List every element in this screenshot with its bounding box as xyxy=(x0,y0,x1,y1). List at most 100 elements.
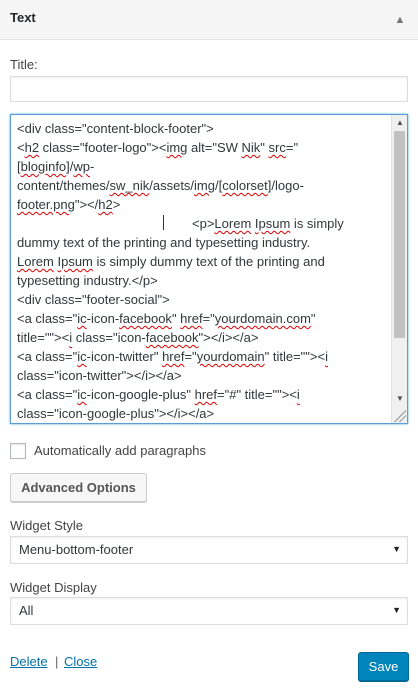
misspelled-word: i xyxy=(325,349,328,364)
misspelled-word: href xyxy=(162,349,185,364)
scroll-up-arrow-icon[interactable]: ▲ xyxy=(392,115,407,129)
text-segment: " xyxy=(260,140,269,155)
text-segment: " title="">< xyxy=(264,349,326,364)
misspelled-word: Ipsum xyxy=(57,254,93,269)
text-segment: "></ xyxy=(74,197,99,212)
text-segment: <div class="footer-social"> xyxy=(17,292,170,307)
text-segment: " xyxy=(171,311,181,326)
text-segment: =" xyxy=(285,140,299,155)
text-segment: <p> xyxy=(192,216,215,231)
misspelled-word: facebook xyxy=(145,330,199,345)
textarea-line: [bloginfo]/wp- xyxy=(17,157,385,176)
misspelled-word: Ipsum xyxy=(254,216,291,231)
text-segment: =" xyxy=(202,311,215,326)
text-segment: content/themes/ xyxy=(17,178,110,193)
textarea-line: class="icon-twitter"></i></a> xyxy=(17,366,385,385)
text-segment: /assets/ xyxy=(149,178,195,193)
textarea-line: <h2 class="footer-logo"><img alt="SW Nik… xyxy=(17,138,385,157)
widget-style-label: Widget Style xyxy=(10,518,83,533)
text-segment: "></i></a> xyxy=(198,330,259,345)
content-textarea[interactable]: <div class="content-block-footer"> <h2 cl… xyxy=(10,114,408,424)
resize-grip-icon[interactable] xyxy=(394,410,406,422)
text-segment: alt="SW xyxy=(187,140,242,155)
misspelled-word: href xyxy=(194,387,218,402)
misspelled-word: ic xyxy=(77,349,87,364)
widget-display-value: All xyxy=(19,603,34,618)
auto-paragraphs-label[interactable]: Automatically add paragraphs xyxy=(34,443,206,458)
dropdown-arrow-icon: ▼ xyxy=(392,605,401,615)
text-segment: dummy text of the printing and typesetti… xyxy=(17,235,311,250)
misspelled-word: yourdomain xyxy=(196,349,265,364)
text-segment: is simply xyxy=(290,216,344,231)
auto-paragraphs-checkbox[interactable] xyxy=(10,443,26,459)
text-segment: <a class=" xyxy=(17,311,78,326)
textarea-text[interactable]: <div class="content-block-footer"> <h2 cl… xyxy=(11,115,391,423)
advanced-options-button[interactable]: Advanced Options xyxy=(10,473,147,502)
widget-style-value: Menu-bottom-footer xyxy=(19,542,134,557)
textarea-line: <div class="footer-social"> xyxy=(17,290,385,309)
text-segment: - xyxy=(90,159,95,174)
misspelled-word: facebook xyxy=(119,311,172,326)
save-button[interactable]: Save xyxy=(358,652,409,681)
textarea-scrollbar[interactable]: ▲ ▼ xyxy=(391,115,407,423)
textarea-line: <a class="ic-icon-facebook" href="yourdo… xyxy=(17,309,385,328)
text-segment: class="icon-twitter"></i></a> xyxy=(17,368,182,383)
misspelled-word: wp xyxy=(73,159,91,174)
text-segment: " xyxy=(310,311,316,326)
text-segment: class="footer-logo">< xyxy=(39,140,167,155)
misspelled-word: footer.png xyxy=(17,197,75,212)
textarea-line: <div class="content-block-footer"> xyxy=(17,119,385,138)
text-segment: typesetting industry.</p> xyxy=(17,273,158,288)
text-segment: -icon-twitter" xyxy=(86,349,163,364)
textarea-line: footer.png"></h2> xyxy=(17,195,385,214)
misspelled-word: bloginfo xyxy=(20,159,67,174)
textarea-line: class="icon-google-plus"></i></a> xyxy=(17,404,385,423)
textarea-line: dummy text of the printing and typesetti… xyxy=(17,233,385,252)
misspelled-word: href xyxy=(180,311,203,326)
misspelled-word: src xyxy=(268,140,286,155)
widget-display-select[interactable]: All ▼ xyxy=(10,597,408,625)
textarea-line: Lorem Ipsum is simply dummy text of the … xyxy=(17,252,385,271)
misspelled-word: img xyxy=(166,140,188,155)
misspelled-word: colorset xyxy=(222,178,268,193)
title-input[interactable] xyxy=(10,76,408,102)
misspelled-word: i xyxy=(296,387,300,402)
misspelled-word: Lorem xyxy=(17,254,54,269)
misspelled-word: h2 xyxy=(24,140,40,155)
scroll-down-arrow-icon[interactable]: ▼ xyxy=(392,391,407,405)
text-segment: < xyxy=(17,140,25,155)
misspelled-word: Lorem xyxy=(214,216,252,231)
title-label: Title: xyxy=(10,57,38,72)
widget-display-label: Widget Display xyxy=(10,580,97,595)
textarea-line: title=""><i class="icon-facebook"></i></… xyxy=(17,328,385,347)
close-link[interactable]: Close xyxy=(64,654,97,669)
widget-header[interactable]: Text ▲ xyxy=(0,0,418,40)
misspelled-word: sw_nik xyxy=(109,178,150,193)
text-segment: <a class=" xyxy=(17,387,78,402)
misspelled-word: Nik xyxy=(241,140,261,155)
collapse-arrow-icon[interactable]: ▲ xyxy=(388,8,412,32)
text-segment: <div class="content-block-footer"> xyxy=(17,121,214,136)
text-segment: title="">< xyxy=(17,330,70,345)
text-segment: is simply dummy text of the printing and xyxy=(92,254,325,269)
delete-link[interactable]: Delete xyxy=(10,654,48,669)
textarea-line: typesetting industry.</p> xyxy=(17,271,385,290)
text-segment: -icon- xyxy=(86,311,120,326)
misspelled-word: yourdomain.com xyxy=(214,311,311,326)
scroll-thumb[interactable] xyxy=(394,131,405,338)
misspelled-word: img xyxy=(194,178,215,193)
widget-title: Text xyxy=(10,10,36,25)
text-segment: > xyxy=(112,197,121,212)
misspelled-word: ic xyxy=(77,387,87,402)
text-segment: class="icon-google-plus"></i></a> xyxy=(17,406,215,421)
widget-style-select[interactable]: Menu-bottom-footer ▼ xyxy=(10,536,408,564)
text-segment: ]/logo- xyxy=(267,178,304,193)
text-segment: <a class=" xyxy=(17,349,78,364)
link-separator: | xyxy=(55,654,59,669)
text-segment: ="#" title="">< xyxy=(217,387,297,402)
misspelled-word: ic xyxy=(77,311,87,326)
dropdown-arrow-icon: ▼ xyxy=(392,544,401,554)
misspelled-word: h2 xyxy=(98,197,113,212)
text-segment: class="icon- xyxy=(72,330,146,345)
text-segment: =" xyxy=(184,349,197,364)
